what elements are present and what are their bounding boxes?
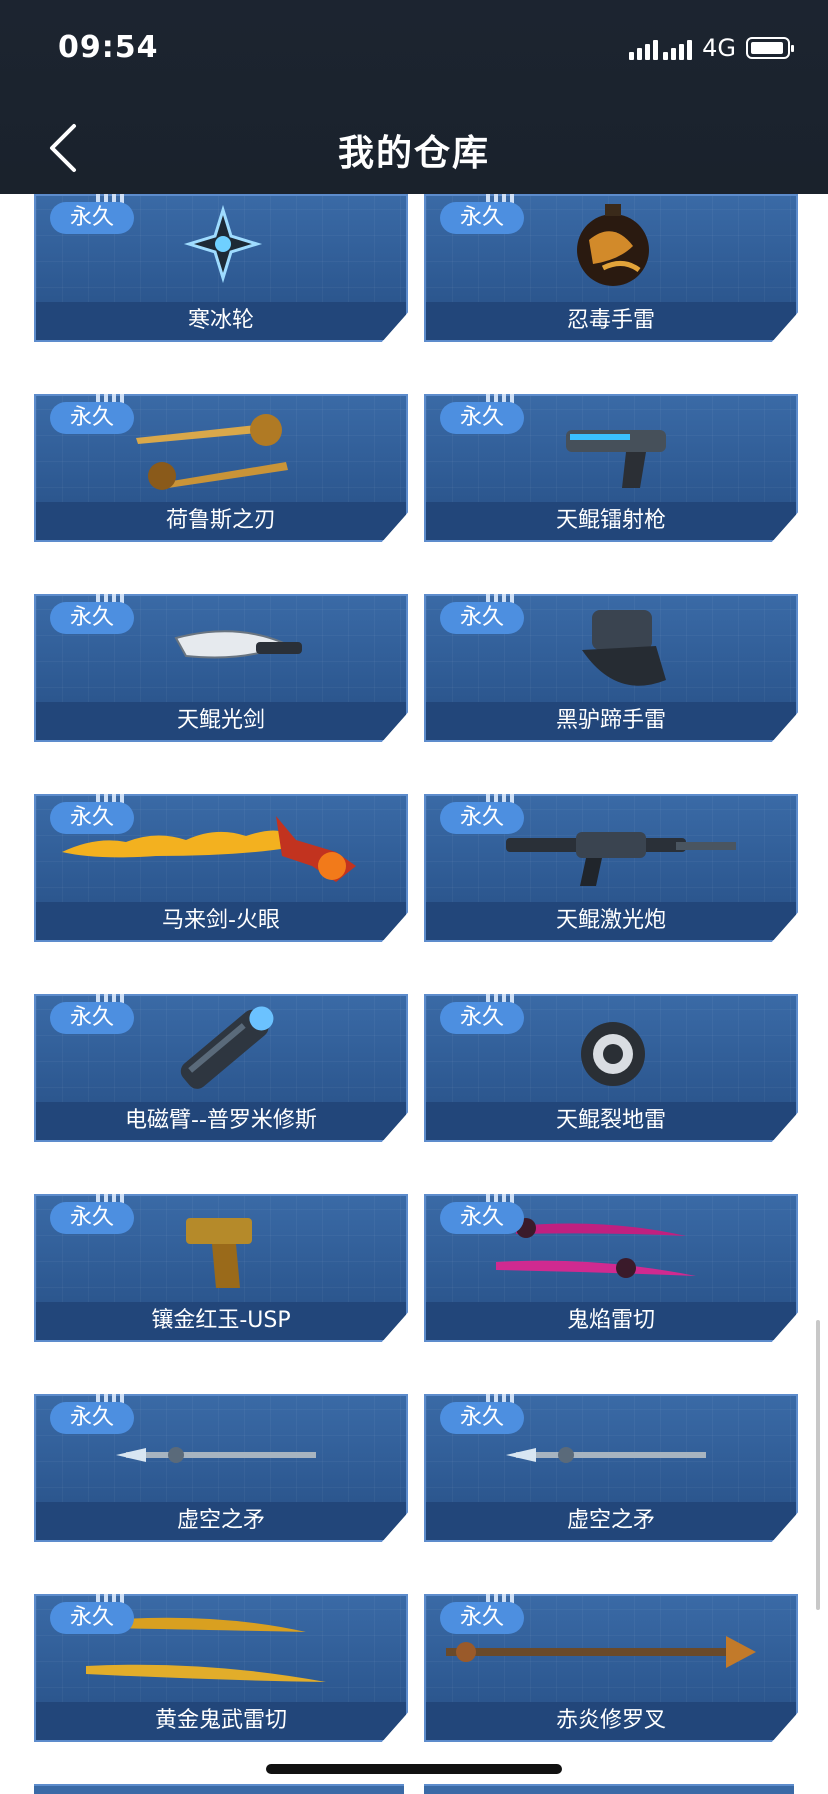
permanent-badge: 永久 xyxy=(440,602,524,634)
item-name: 电磁臂--普罗米修斯 xyxy=(36,1102,406,1140)
item-card[interactable]: 永久电磁臂--普罗米修斯 xyxy=(34,994,408,1142)
item-card[interactable]: 永久虚空之矛 xyxy=(34,1394,408,1542)
item-card[interactable]: 永久寒冰轮 xyxy=(34,194,408,342)
scrollbar[interactable] xyxy=(816,1320,820,1610)
item-name: 马来剑-火眼 xyxy=(36,902,406,940)
permanent-badge: 永久 xyxy=(50,1602,134,1634)
permanent-badge: 永久 xyxy=(50,402,134,434)
item-name: 天鲲镭射枪 xyxy=(426,502,796,540)
item-name: 天鲲光剑 xyxy=(36,702,406,740)
permanent-badge: 永久 xyxy=(50,802,134,834)
item-card[interactable]: 永久荷鲁斯之刃 xyxy=(34,394,408,542)
item-name: 镶金红玉-USP xyxy=(36,1302,406,1340)
item-name: 虚空之矛 xyxy=(426,1502,796,1540)
card-peek-right xyxy=(424,1784,794,1794)
item-card[interactable]: 永久天鲲光剑 xyxy=(34,594,408,742)
permanent-badge: 永久 xyxy=(440,1202,524,1234)
item-name: 寒冰轮 xyxy=(36,302,406,340)
item-card[interactable]: 永久天鲲激光炮 xyxy=(424,794,798,942)
permanent-badge: 永久 xyxy=(50,1402,134,1434)
item-name: 天鲲裂地雷 xyxy=(426,1102,796,1140)
item-name: 黄金鬼武雷切 xyxy=(36,1702,406,1740)
item-card[interactable]: 永久黄金鬼武雷切 xyxy=(34,1594,408,1742)
item-card[interactable]: 永久黑驴蹄手雷 xyxy=(424,594,798,742)
permanent-badge: 永久 xyxy=(50,602,134,634)
permanent-badge: 永久 xyxy=(440,1602,524,1634)
permanent-badge: 永久 xyxy=(50,1002,134,1034)
app-header: 09:54 4G 我的仓库 xyxy=(0,0,828,194)
permanent-badge: 永久 xyxy=(440,802,524,834)
network-label: 4G xyxy=(702,34,736,62)
card-peek-left xyxy=(34,1784,404,1794)
item-card[interactable]: 永久天鲲裂地雷 xyxy=(424,994,798,1142)
status-time: 09:54 xyxy=(58,30,159,65)
item-name: 荷鲁斯之刃 xyxy=(36,502,406,540)
item-card[interactable]: 永久忍毒手雷 xyxy=(424,194,798,342)
permanent-badge: 永久 xyxy=(50,202,134,234)
permanent-badge: 永久 xyxy=(440,1002,524,1034)
item-name: 虚空之矛 xyxy=(36,1502,406,1540)
permanent-badge: 永久 xyxy=(440,1402,524,1434)
home-indicator[interactable] xyxy=(266,1764,562,1774)
permanent-badge: 永久 xyxy=(440,202,524,234)
item-name: 赤炎修罗叉 xyxy=(426,1702,796,1740)
item-card[interactable]: 永久鬼焰雷切 xyxy=(424,1194,798,1342)
page-title: 我的仓库 xyxy=(337,133,490,174)
permanent-badge: 永久 xyxy=(440,402,524,434)
item-name: 天鲲激光炮 xyxy=(426,902,796,940)
warehouse-grid: 永久 寒冰轮 永久 忍毒手雷 永久 荷鲁斯之刃 永久 天鲲镭射枪 永久 天鲲光剑 永久 黑驴蹄手雷 永久… xyxy=(0,0,828,1792)
item-card[interactable]: 永久天鲲镭射枪 xyxy=(424,394,798,542)
battery-icon xyxy=(746,37,794,59)
item-name: 忍毒手雷 xyxy=(426,302,796,340)
status-icons: 4G xyxy=(629,34,794,62)
item-name: 鬼焰雷切 xyxy=(426,1302,796,1340)
item-name: 黑驴蹄手雷 xyxy=(426,702,796,740)
item-card[interactable]: 永久镶金红玉-USP xyxy=(34,1194,408,1342)
permanent-badge: 永久 xyxy=(50,1202,134,1234)
item-card[interactable]: 永久虚空之矛 xyxy=(424,1394,798,1542)
signal-icon xyxy=(629,36,693,60)
item-card[interactable]: 永久赤炎修罗叉 xyxy=(424,1594,798,1742)
item-card[interactable]: 永久马来剑-火眼 xyxy=(34,794,408,942)
